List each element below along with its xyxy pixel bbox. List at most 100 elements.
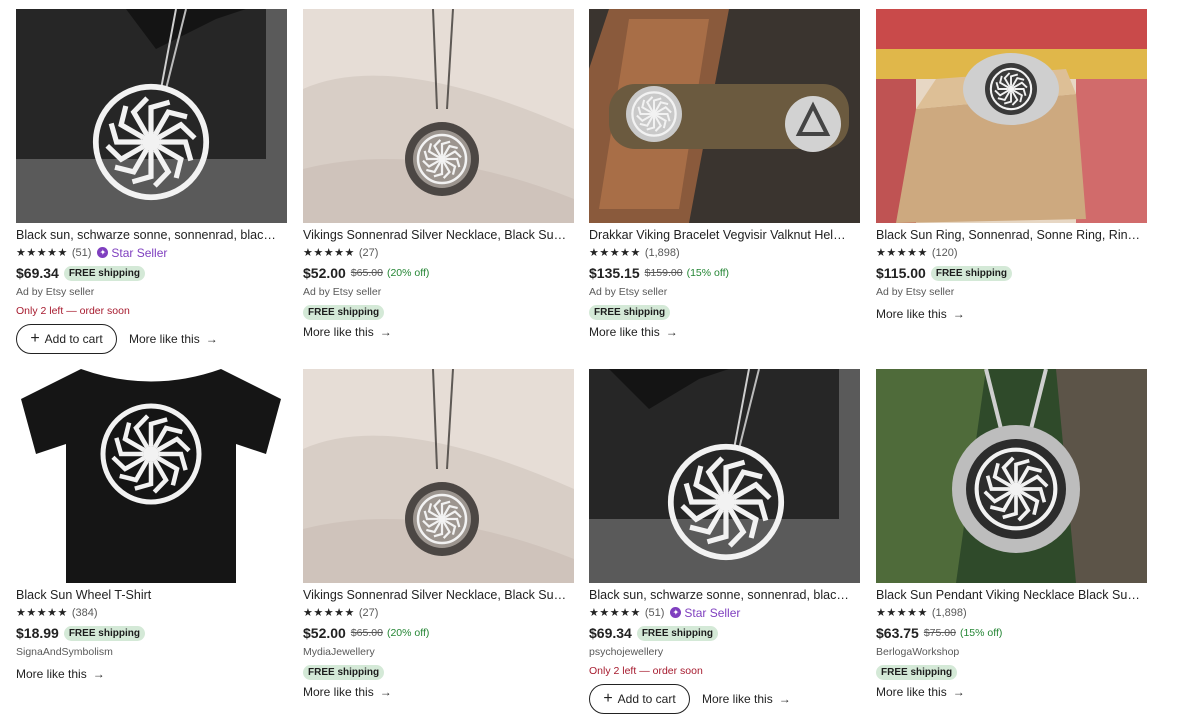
price: $115.00: [876, 265, 926, 281]
star-rating-icon: ★★★★★: [876, 607, 928, 619]
product-image[interactable]: [876, 369, 1147, 583]
price: $52.00: [303, 625, 346, 641]
discount: (20% off): [386, 627, 430, 639]
product-image[interactable]: [589, 369, 860, 583]
review-count: (51): [644, 606, 665, 619]
original-price: $159.00: [644, 267, 683, 279]
rating: ★★★★★ (51) ✦ Star Seller: [16, 244, 288, 261]
product-title[interactable]: Black sun, schwarze sonne, sonnenrad, bl…: [16, 228, 282, 243]
free-shipping-badge: FREE shipping: [303, 665, 385, 680]
price-row: $52.00 $65.00 (20% off): [303, 263, 575, 283]
discount: (15% off): [959, 627, 1003, 639]
star-rating-icon: ★★★★★: [303, 247, 355, 259]
product-card: Black Sun Pendant Viking Necklace Black …: [876, 369, 1148, 701]
free-shipping-badge: FREE shipping: [636, 625, 718, 641]
stock-warning: Only 2 left — order soon: [16, 305, 130, 317]
price-row: $69.34 FREE shipping: [589, 623, 861, 643]
price-row: $115.00 FREE shipping: [876, 263, 1148, 283]
star-seller-badge: ✦ Star Seller: [97, 246, 167, 260]
product-card: Black Sun Wheel T-Shirt ★★★★★ (384) $18.…: [16, 369, 288, 683]
rating: ★★★★★ (1,898): [876, 604, 1148, 621]
more-like-this-link[interactable]: More like this →: [876, 305, 965, 323]
ad-label: Ad by Etsy seller: [16, 286, 95, 298]
add-to-cart-button[interactable]: + Add to cart: [16, 324, 117, 354]
star-rating-icon: ★★★★★: [589, 607, 641, 619]
more-like-this-link[interactable]: More like this →: [876, 683, 965, 701]
review-count: (384): [71, 606, 98, 619]
more-like-this-link[interactable]: More like this →: [702, 690, 791, 708]
rating: ★★★★★ (384): [16, 604, 288, 621]
review-count: (27): [358, 246, 379, 259]
free-shipping-badge: FREE shipping: [589, 305, 671, 320]
add-to-cart-button[interactable]: + Add to cart: [589, 684, 690, 714]
product-card: Black sun, schwarze sonne, sonnenrad, bl…: [589, 369, 861, 714]
rating: ★★★★★ (120): [876, 244, 1148, 261]
arrow-right-icon: →: [92, 667, 105, 681]
plus-icon: +: [603, 690, 613, 707]
product-image[interactable]: [303, 9, 574, 223]
discount: (15% off): [686, 267, 729, 279]
product-card: Black sun, schwarze sonne, sonnenrad, bl…: [16, 9, 288, 354]
free-shipping-badge: FREE shipping: [876, 665, 958, 680]
product-title[interactable]: Black Sun Ring, Sonnenrad, Sonne Ring, R…: [876, 228, 1142, 243]
star-rating-icon: ★★★★★: [16, 607, 68, 619]
arrow-right-icon: →: [379, 325, 392, 339]
ad-label: Ad by Etsy seller: [303, 286, 382, 298]
more-like-this-link[interactable]: More like this →: [16, 665, 105, 683]
free-shipping-badge: FREE shipping: [63, 625, 145, 641]
product-title[interactable]: Vikings Sonnenrad Silver Necklace, Black…: [303, 588, 569, 603]
original-price: $65.00: [350, 267, 383, 279]
star-seller-icon: ✦: [97, 247, 109, 258]
plus-icon: +: [30, 330, 40, 347]
product-image[interactable]: [16, 9, 287, 223]
product-image[interactable]: [303, 369, 574, 583]
more-like-this-link[interactable]: More like this →: [303, 683, 392, 701]
product-card: Black Sun Ring, Sonnenrad, Sonne Ring, R…: [876, 9, 1148, 323]
product-image[interactable]: [16, 369, 287, 583]
free-shipping-badge: FREE shipping: [303, 305, 385, 320]
product-card: Vikings Sonnenrad Silver Necklace, Black…: [303, 369, 575, 701]
product-card: Drakkar Viking Bracelet Vegvisir Valknut…: [589, 9, 861, 341]
price: $135.15: [589, 265, 640, 281]
arrow-right-icon: →: [952, 685, 965, 699]
review-count: (27): [358, 606, 379, 619]
star-rating-icon: ★★★★★: [589, 247, 641, 259]
original-price: $75.00: [923, 627, 956, 639]
arrow-right-icon: →: [778, 692, 791, 706]
rating: ★★★★★ (27): [303, 604, 575, 621]
more-like-this-link[interactable]: More like this →: [129, 330, 218, 348]
shop-name[interactable]: MydiaJewellery: [303, 645, 575, 660]
price-row: $18.99 FREE shipping: [16, 623, 288, 643]
review-count: (51): [71, 246, 92, 259]
product-title[interactable]: Black sun, schwarze sonne, sonnenrad, bl…: [589, 588, 855, 603]
more-like-this-link[interactable]: More like this →: [589, 323, 678, 341]
shop-name[interactable]: BerlogaWorkshop: [876, 645, 1148, 660]
review-count: (1,898): [931, 606, 967, 619]
arrow-right-icon: →: [379, 685, 392, 699]
product-card: Vikings Sonnenrad Silver Necklace, Black…: [303, 9, 575, 341]
price-row: $135.15 $159.00 (15% off): [589, 263, 861, 283]
rating: ★★★★★ (27): [303, 244, 575, 261]
product-image[interactable]: [589, 9, 860, 223]
arrow-right-icon: →: [205, 332, 218, 346]
product-title[interactable]: Black Sun Pendant Viking Necklace Black …: [876, 588, 1142, 603]
star-rating-icon: ★★★★★: [16, 247, 68, 259]
shop-name[interactable]: psychojewellery: [589, 645, 861, 660]
price: $69.34: [589, 625, 632, 641]
price: $63.75: [876, 625, 919, 641]
star-rating-icon: ★★★★★: [303, 607, 355, 619]
price-row: $52.00 $65.00 (20% off): [303, 623, 575, 643]
price-row: $63.75 $75.00 (15% off): [876, 623, 1148, 643]
price: $18.99: [16, 625, 59, 641]
arrow-right-icon: →: [665, 325, 678, 339]
ad-label: Ad by Etsy seller: [876, 286, 955, 298]
product-title[interactable]: Vikings Sonnenrad Silver Necklace, Black…: [303, 228, 569, 243]
more-like-this-link[interactable]: More like this →: [303, 323, 392, 341]
product-title[interactable]: Black Sun Wheel T-Shirt: [16, 588, 282, 603]
stock-warning: Only 2 left — order soon: [589, 665, 703, 677]
product-image[interactable]: [876, 9, 1147, 223]
star-seller-icon: ✦: [670, 607, 682, 618]
shop-name[interactable]: SignaAndSymbolism: [16, 645, 288, 660]
star-rating-icon: ★★★★★: [876, 247, 928, 259]
product-title[interactable]: Drakkar Viking Bracelet Vegvisir Valknut…: [589, 228, 855, 243]
